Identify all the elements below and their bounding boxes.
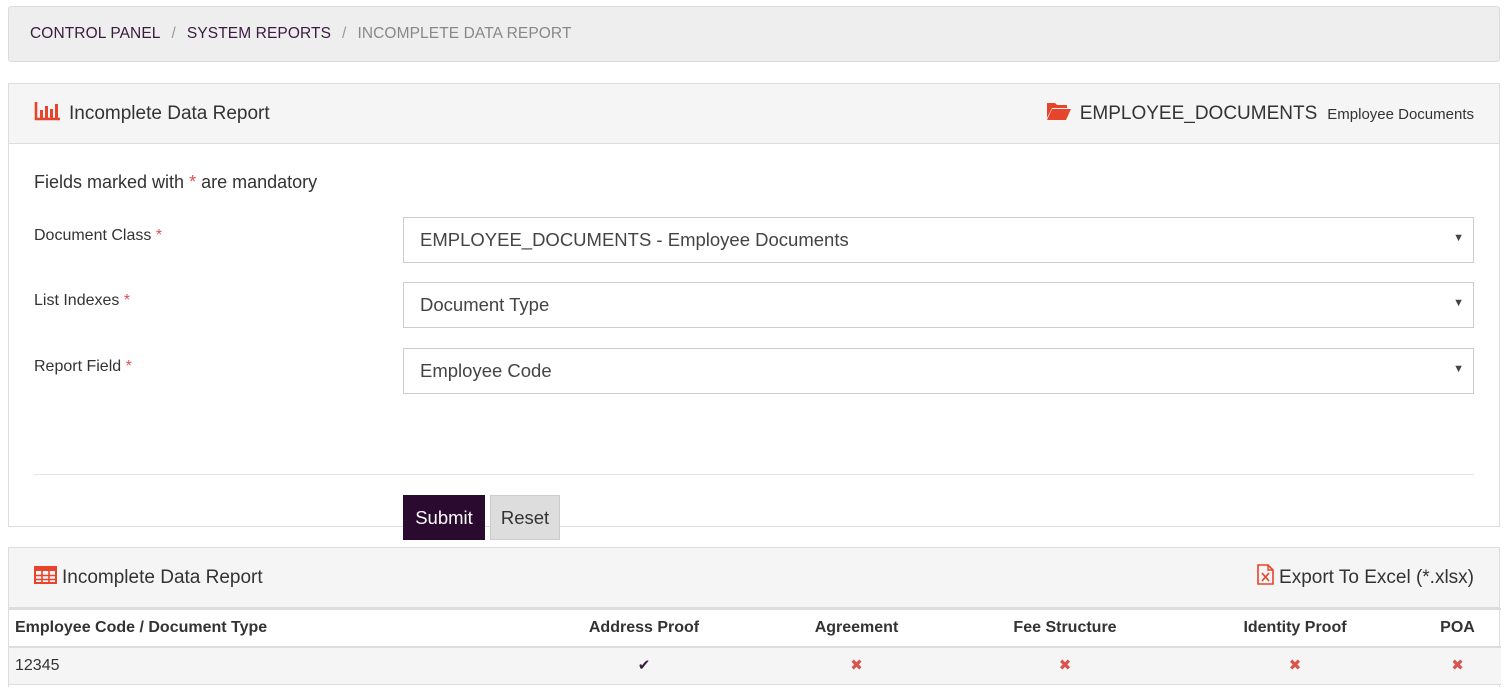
breadcrumb-system-reports[interactable]: SYSTEM REPORTS (187, 25, 331, 43)
list-indexes-select[interactable]: Document Type ▼ (403, 282, 1474, 328)
submit-button[interactable]: Submit (403, 495, 485, 540)
column-header: Identity Proof (1176, 608, 1414, 648)
column-header: Fee Structure (954, 608, 1176, 648)
list-indexes-label: List Indexes * (34, 292, 131, 309)
list-indexes-value: Document Type (420, 294, 550, 315)
mandatory-note-suffix: are mandatory (201, 172, 318, 192)
table-header-row: Employee Code / Document Type Address Pr… (9, 608, 1501, 648)
table-icon (34, 566, 57, 589)
mandatory-note-prefix: Fields marked with (34, 172, 185, 192)
cross-icon: ✖ (759, 647, 954, 685)
column-header: POA (1414, 608, 1501, 648)
report-form-panel: Incomplete Data Report EMPLOYEE_DOCUMENT… (8, 83, 1500, 540)
form-divider (34, 474, 1474, 475)
form-panel-title: Incomplete Data Report (69, 102, 270, 124)
export-to-excel-link[interactable]: Export To Excel (*.xlsx) (1257, 564, 1474, 591)
report-field-select[interactable]: Employee Code ▼ (403, 348, 1474, 394)
table-row: 12345 ✔ ✖ ✖ ✖ ✖ (9, 647, 1501, 685)
caret-down-icon: ▼ (1453, 232, 1464, 244)
column-header: Employee Code / Document Type (9, 608, 529, 648)
caret-down-icon: ▼ (1453, 297, 1464, 309)
bar-chart-icon (34, 100, 62, 127)
folder-open-icon (1046, 101, 1072, 126)
document-class-code: EMPLOYEE_DOCUMENTS (1079, 102, 1318, 124)
cross-icon: ✖ (1414, 647, 1501, 685)
report-results-panel: Incomplete Data Report Export To Excel (… (8, 547, 1501, 687)
required-star: * (155, 227, 163, 244)
breadcrumb: CONTROL PANEL / SYSTEM REPORTS / INCOMPL… (8, 6, 1500, 62)
breadcrumb-separator: / (171, 25, 176, 42)
breadcrumb-current: INCOMPLETE DATA REPORT (357, 25, 572, 42)
document-class-value: EMPLOYEE_DOCUMENTS - Employee Documents (420, 229, 849, 250)
list-indexes-row: List Indexes * Document Type ▼ (34, 282, 1474, 328)
column-header: Agreement (759, 608, 954, 648)
breadcrumb-separator: / (342, 25, 347, 42)
document-class-select[interactable]: EMPLOYEE_DOCUMENTS - Employee Documents … (403, 217, 1474, 263)
report-field-label: Report Field * (34, 358, 132, 375)
document-class-row: Document Class * EMPLOYEE_DOCUMENTS - Em… (34, 217, 1474, 263)
required-star: * (189, 172, 197, 192)
mandatory-note: Fields marked with * are mandatory (34, 172, 317, 193)
report-panel-title: Incomplete Data Report (62, 566, 263, 588)
cross-icon: ✖ (954, 647, 1176, 685)
document-class-label: Document Class * (34, 227, 163, 244)
export-label: Export To Excel (*.xlsx) (1279, 566, 1474, 588)
document-class-description: Employee Documents (1327, 106, 1474, 123)
report-panel-heading: Incomplete Data Report Export To Excel (… (9, 548, 1499, 608)
report-table: Employee Code / Document Type Address Pr… (9, 608, 1501, 685)
column-header: Address Proof (529, 608, 759, 648)
check-icon: ✔ (529, 647, 759, 685)
form-panel-heading: Incomplete Data Report EMPLOYEE_DOCUMENT… (9, 84, 1499, 144)
excel-file-icon (1257, 564, 1274, 591)
form-panel-body: Fields marked with * are mandatory Docum… (9, 144, 1499, 540)
report-field-value: Employee Code (420, 360, 552, 381)
employee-code-cell: 12345 (9, 647, 529, 685)
reset-button[interactable]: Reset (490, 495, 560, 540)
cross-icon: ✖ (1176, 647, 1414, 685)
caret-down-icon: ▼ (1453, 363, 1464, 375)
report-field-row: Report Field * Employee Code ▼ (34, 348, 1474, 394)
required-star: * (125, 358, 132, 375)
required-star: * (123, 292, 131, 309)
breadcrumb-control-panel[interactable]: CONTROL PANEL (30, 25, 161, 43)
